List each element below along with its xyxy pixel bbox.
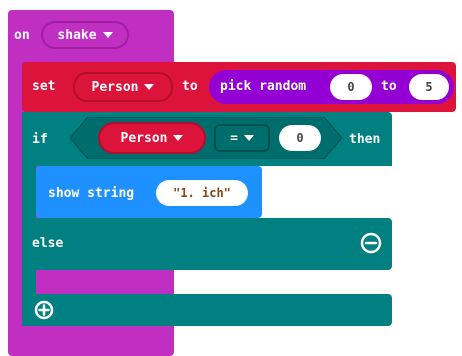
then-keyword: then	[349, 132, 381, 147]
show-string-input[interactable]: "1. ich"	[156, 180, 248, 206]
operator-label: =	[230, 130, 238, 146]
operator-dropdown[interactable]: =	[214, 124, 270, 152]
compare-value-input[interactable]: 0	[279, 125, 321, 151]
else-keyword: else	[32, 236, 64, 251]
else-row	[22, 218, 392, 270]
gesture-dropdown[interactable]: shake	[41, 21, 129, 49]
caret-down-icon	[102, 32, 113, 38]
if-else-footer	[22, 294, 392, 326]
caret-down-icon	[144, 84, 155, 90]
pick-random-label: pick random	[220, 79, 307, 94]
random-to-keyword: to	[381, 79, 397, 94]
caret-down-icon	[243, 135, 254, 141]
gesture-label: shake	[57, 27, 97, 43]
caret-down-icon	[173, 135, 184, 141]
show-string-label: show string	[48, 186, 135, 201]
minus-circle-icon[interactable]	[360, 232, 382, 254]
plus-circle-icon[interactable]	[34, 300, 54, 320]
random-min-input[interactable]: 0	[330, 74, 372, 100]
set-keyword: set	[32, 79, 56, 94]
on-keyword: on	[14, 28, 30, 43]
random-max-input[interactable]: 5	[409, 74, 449, 100]
set-to-keyword: to	[182, 79, 198, 94]
compare-variable-dropdown[interactable]: Person	[98, 122, 206, 154]
set-variable-dropdown[interactable]: Person	[73, 72, 173, 102]
compare-variable-label: Person	[120, 130, 168, 146]
set-variable-label: Person	[91, 79, 139, 95]
if-keyword: if	[32, 132, 48, 147]
